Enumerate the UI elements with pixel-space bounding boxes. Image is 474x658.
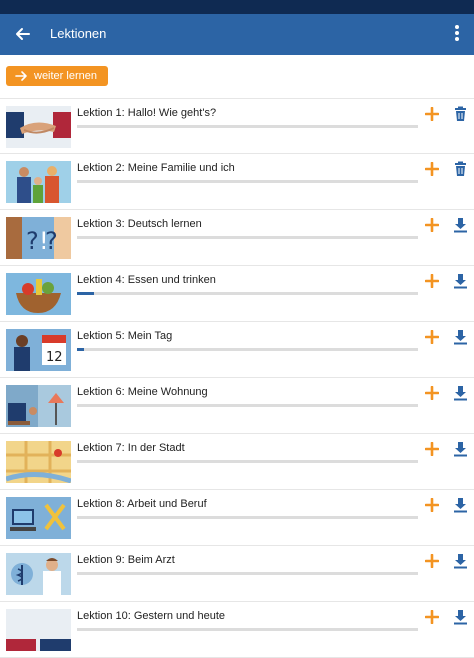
lesson-progress-fill: [77, 348, 84, 351]
lesson-thumbnail: [6, 273, 71, 315]
add-icon[interactable]: [424, 217, 440, 233]
lesson-progress-fill: [77, 292, 95, 295]
lesson-progress-bar: [77, 404, 418, 407]
lesson-row[interactable]: Lektion 4: Essen und trinken: [0, 266, 474, 322]
lesson-progress-bar: [77, 348, 418, 351]
add-icon[interactable]: [424, 329, 440, 345]
more-options-button[interactable]: [452, 23, 462, 45]
lesson-row[interactable]: Lektion 10: Gestern und heute: [0, 602, 474, 658]
status-bar: [0, 0, 474, 14]
lesson-title: Lektion 4: Essen und trinken: [77, 274, 216, 286]
arrow-left-icon: [16, 28, 30, 40]
lesson-progress-bar: [77, 180, 418, 183]
lesson-thumbnail: [6, 609, 71, 651]
add-icon[interactable]: [424, 553, 440, 569]
lesson-row[interactable]: ?!? Lektion 3: Deutsch lernen: [0, 210, 474, 266]
lesson-thumbnail: [6, 553, 71, 595]
add-icon[interactable]: [424, 441, 440, 457]
svg-text:?: ?: [45, 227, 58, 255]
add-icon[interactable]: [424, 106, 440, 122]
svg-text:12: 12: [46, 350, 63, 365]
lesson-title: Lektion 3: Deutsch lernen: [77, 218, 202, 230]
download-icon[interactable]: [453, 385, 468, 401]
add-icon[interactable]: [424, 161, 440, 177]
lesson-title: Lektion 10: Gestern und heute: [77, 610, 225, 622]
lesson-list: Lektion 1: Hallo! Wie geht's? Lektion 2: …: [0, 98, 474, 658]
lesson-thumbnail: ?!?: [6, 217, 71, 259]
arrow-right-icon: [15, 71, 27, 81]
trash-icon[interactable]: [453, 106, 468, 122]
download-icon[interactable]: [453, 217, 468, 233]
lesson-progress-bar: [77, 236, 418, 239]
download-icon[interactable]: [453, 329, 468, 345]
lesson-thumbnail: 12: [6, 329, 71, 371]
lesson-progress-bar: [77, 628, 418, 631]
lesson-progress-bar: [77, 125, 418, 128]
trash-icon[interactable]: [453, 161, 468, 177]
back-button[interactable]: [12, 23, 34, 45]
lesson-progress-bar: [77, 292, 418, 295]
add-icon[interactable]: [424, 497, 440, 513]
lesson-title: Lektion 8: Arbeit und Beruf: [77, 498, 207, 510]
lesson-thumbnail: [6, 161, 71, 203]
download-icon[interactable]: [453, 553, 468, 569]
lesson-row[interactable]: Lektion 7: In der Stadt: [0, 434, 474, 490]
continue-learning-button[interactable]: weiter lernen: [6, 66, 108, 86]
lesson-title: Lektion 2: Meine Familie und ich: [77, 162, 235, 174]
lesson-progress-bar: [77, 516, 418, 519]
lesson-progress-bar: [77, 572, 418, 575]
add-icon[interactable]: [424, 273, 440, 289]
lesson-title: Lektion 5: Mein Tag: [77, 330, 173, 342]
lesson-title: Lektion 1: Hallo! Wie geht's?: [77, 107, 217, 119]
download-icon[interactable]: [453, 441, 468, 457]
app-bar: Lektionen: [0, 14, 474, 55]
lesson-row[interactable]: Lektion 6: Meine Wohnung: [0, 378, 474, 434]
lesson-title: Lektion 6: Meine Wohnung: [77, 386, 208, 398]
download-icon[interactable]: [453, 273, 468, 289]
download-icon[interactable]: [453, 609, 468, 625]
lesson-thumbnail: [6, 441, 71, 483]
lesson-title: Lektion 7: In der Stadt: [77, 442, 185, 454]
continue-learning-label: weiter lernen: [34, 70, 97, 82]
lesson-row[interactable]: Lektion 2: Meine Familie und ich: [0, 154, 474, 210]
lesson-thumbnail: [6, 385, 71, 427]
lesson-row[interactable]: Lektion 1: Hallo! Wie geht's?: [0, 98, 474, 154]
lesson-row[interactable]: Lektion 8: Arbeit und Beruf: [0, 490, 474, 546]
lesson-thumbnail: [6, 106, 71, 148]
page-title: Lektionen: [50, 26, 107, 41]
add-icon[interactable]: [424, 609, 440, 625]
lesson-progress-bar: [77, 460, 418, 463]
add-icon[interactable]: [424, 385, 440, 401]
more-vert-icon: [455, 25, 459, 29]
lesson-row[interactable]: 12 Lektion 5: Mein Tag: [0, 322, 474, 378]
svg-text:?: ?: [26, 227, 39, 255]
lesson-row[interactable]: Lektion 9: Beim Arzt: [0, 546, 474, 602]
lesson-title: Lektion 9: Beim Arzt: [77, 554, 175, 566]
download-icon[interactable]: [453, 497, 468, 513]
lesson-thumbnail: [6, 497, 71, 539]
